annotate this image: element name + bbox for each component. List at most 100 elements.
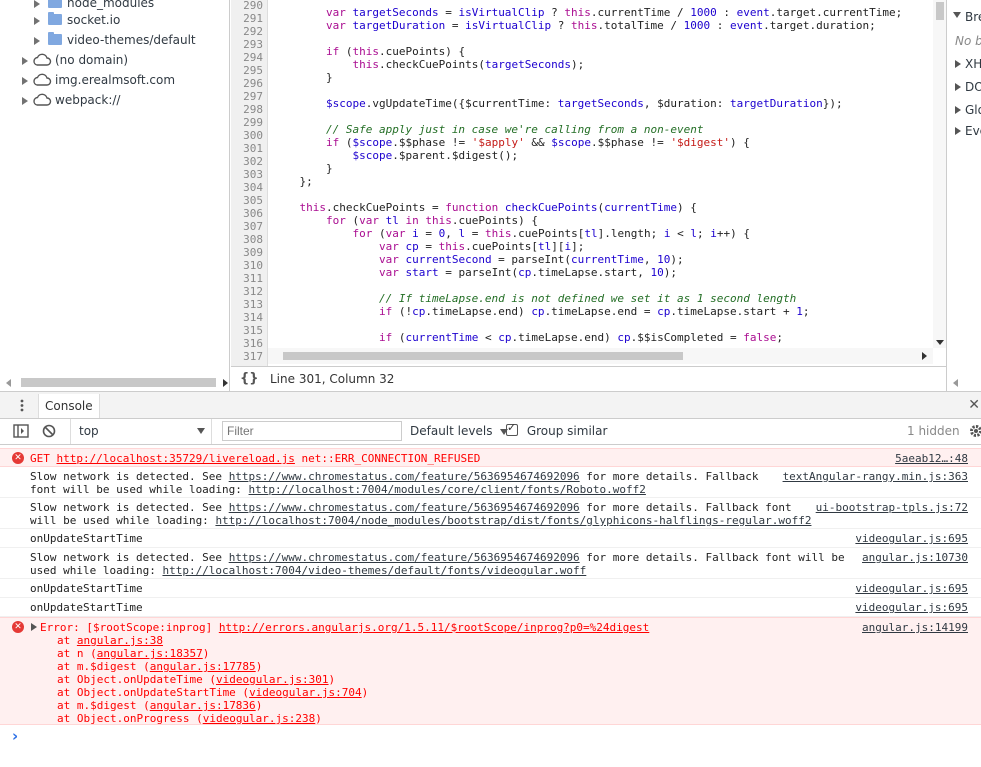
source-link[interactable]: videogular.js:695 <box>855 601 968 614</box>
stack-link[interactable]: angular.js:38 <box>77 634 163 647</box>
line-number[interactable]: 308 <box>243 233 263 246</box>
editor-horizontal-scrollbar[interactable] <box>268 348 933 364</box>
console-prompt[interactable]: › <box>0 727 981 747</box>
tab-console[interactable]: Console <box>38 394 100 418</box>
expand-arrow-icon[interactable] <box>955 83 961 91</box>
scroll-right-icon[interactable] <box>922 352 927 360</box>
clear-console-icon[interactable] <box>42 424 56 438</box>
expand-arrow-icon[interactable] <box>955 106 961 114</box>
line-number[interactable]: 293 <box>243 38 263 51</box>
line-number[interactable]: 310 <box>243 259 263 272</box>
close-icon[interactable]: ✕ <box>968 397 980 413</box>
stack-link[interactable]: angular.js:18357 <box>97 647 203 660</box>
sidebar-toggle-icon[interactable] <box>13 424 29 438</box>
line-number[interactable]: 315 <box>243 324 263 337</box>
source-link[interactable]: ui-bootstrap-tpls.js:72 <box>816 501 968 514</box>
pretty-print-button[interactable]: {} <box>240 371 259 386</box>
code-line-312: // If timeLapse.end is not defined we se… <box>378 292 797 305</box>
message-link[interactable]: https://www.chromestatus.com/feature/563… <box>229 501 580 514</box>
gear-icon[interactable] <box>969 424 981 438</box>
code-line-295: } <box>273 71 333 84</box>
expand-arrow-icon[interactable] <box>22 97 28 105</box>
code-line-313: if (!cp.timeLapse.end) cp.timeLapse.end … <box>378 305 810 318</box>
line-number[interactable]: 306 <box>243 207 263 220</box>
stack-link[interactable]: angular.js:17836 <box>150 699 256 712</box>
editor-vertical-scrollbar[interactable] <box>933 0 946 348</box>
line-number[interactable]: 304 <box>243 181 263 194</box>
line-number[interactable]: 303 <box>243 168 263 181</box>
line-number[interactable]: 312 <box>243 285 263 298</box>
expand-arrow-icon[interactable] <box>955 127 961 135</box>
context-selector[interactable]: top <box>70 419 212 444</box>
collapse-arrow-icon[interactable] <box>953 12 961 18</box>
line-number[interactable]: 317 <box>243 350 263 363</box>
stack-link[interactable]: angular.js:17785 <box>150 660 256 673</box>
line-number[interactable]: 309 <box>243 246 263 259</box>
expand-arrow-icon[interactable] <box>34 0 40 8</box>
message-link[interactable]: http://localhost:7004/modules/core/clien… <box>249 483 646 496</box>
more-menu-icon[interactable] <box>20 399 24 412</box>
source-link[interactable]: 5aeab12…:48 <box>895 452 968 465</box>
log-levels-dropdown[interactable]: Default levels <box>410 424 509 438</box>
source-link[interactable]: angular.js:10730 <box>862 551 968 564</box>
line-number[interactable]: 299 <box>243 116 263 129</box>
line-number[interactable]: 301 <box>243 142 263 155</box>
group-similar-checkbox[interactable]: ✓ Group similar <box>506 421 607 438</box>
error-icon: ✕ <box>12 621 24 633</box>
line-number[interactable]: 311 <box>243 272 263 285</box>
message-link[interactable]: http://localhost:35729/livereload.js <box>57 452 295 465</box>
tree-item-label: webpack:// <box>55 93 121 107</box>
source-link[interactable]: videogular.js:695 <box>855 532 968 545</box>
expand-arrow-icon[interactable] <box>34 37 40 45</box>
scrollbar-thumb[interactable] <box>21 378 216 387</box>
expand-arrow-icon[interactable] <box>955 60 961 68</box>
line-number[interactable]: 292 <box>243 25 263 38</box>
stack-link[interactable]: videogular.js:238 <box>203 712 316 725</box>
expand-arrow-icon[interactable] <box>22 77 28 85</box>
scroll-left-icon[interactable] <box>6 379 11 387</box>
line-number[interactable]: 294 <box>243 51 263 64</box>
code-line-306: for (var tl in this.cuePoints) { <box>325 214 538 227</box>
line-number[interactable]: 314 <box>243 311 263 324</box>
message-link[interactable]: http://localhost:7004/node_modules/boots… <box>215 514 811 527</box>
message-text: onUpdateStartTime <box>30 582 143 595</box>
scroll-down-icon[interactable] <box>936 340 944 345</box>
line-number[interactable]: 290 <box>243 0 263 12</box>
source-link[interactable]: textAngular-rangy.min.js:363 <box>783 470 968 483</box>
scrollbar-thumb[interactable] <box>283 352 683 360</box>
scroll-left-icon[interactable] <box>953 379 958 387</box>
line-number[interactable]: 300 <box>243 129 263 142</box>
line-number[interactable]: 305 <box>243 194 263 207</box>
message-link[interactable]: http://localhost:7004/video-themes/defau… <box>162 564 586 577</box>
console-message: Slow network is detected. See https://ww… <box>0 498 981 529</box>
filter-input[interactable] <box>222 421 402 441</box>
scrollbar-thumb[interactable] <box>936 2 944 20</box>
source-link[interactable]: angular.js:14199 <box>862 621 968 634</box>
expand-arrow-icon[interactable] <box>22 57 28 65</box>
message-link[interactable]: https://www.chromestatus.com/feature/563… <box>229 551 580 564</box>
line-number[interactable]: 296 <box>243 77 263 90</box>
source-link[interactable]: videogular.js:695 <box>855 582 968 595</box>
checkbox-checked-icon[interactable]: ✓ <box>506 421 518 436</box>
navigator-horizontal-scrollbar[interactable] <box>6 375 228 390</box>
expand-arrow-icon[interactable] <box>34 17 40 25</box>
line-number[interactable]: 313 <box>243 298 263 311</box>
expand-arrow-icon[interactable] <box>31 623 37 631</box>
code-line-291: var targetDuration = isVirtualClip ? thi… <box>325 19 876 32</box>
line-number[interactable]: 298 <box>243 103 263 116</box>
scroll-right-icon[interactable] <box>223 379 228 387</box>
line-number[interactable]: 291 <box>243 12 263 25</box>
hidden-count: 1 hidden <box>907 424 960 438</box>
line-number[interactable]: 295 <box>243 64 263 77</box>
line-number[interactable]: 297 <box>243 90 263 103</box>
section-label: DO <box>965 80 981 94</box>
line-number[interactable]: 316 <box>243 337 263 350</box>
stack-link[interactable]: videogular.js:301 <box>216 673 329 686</box>
code-editor[interactable]: 290 291 292 293 294 295 296 297 298 299 300 301 302 3… <box>231 0 946 366</box>
message-link[interactable]: http://errors.angularjs.org/1.5.11/$root… <box>219 621 649 634</box>
line-number[interactable]: 307 <box>243 220 263 233</box>
line-number[interactable]: 302 <box>243 155 263 168</box>
message-link[interactable]: https://www.chromestatus.com/feature/563… <box>229 470 580 483</box>
stack-link[interactable]: videogular.js:704 <box>249 686 362 699</box>
context-value: top <box>79 424 99 438</box>
